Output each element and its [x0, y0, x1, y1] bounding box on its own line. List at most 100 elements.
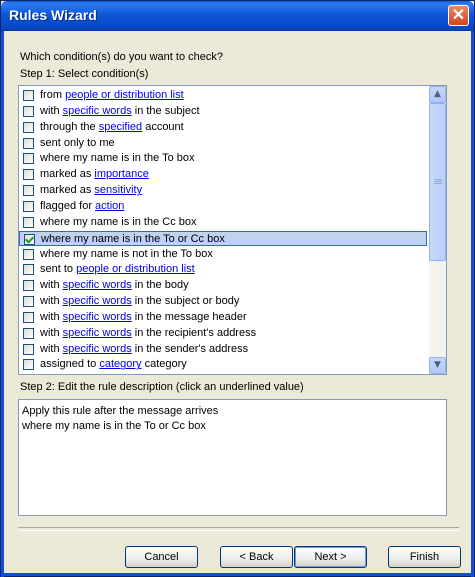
condition-link[interactable]: sensitivity [94, 184, 142, 196]
window-frame-bottom [1, 573, 474, 576]
condition-text-part: through the [40, 120, 99, 133]
condition-link[interactable]: specific words [63, 311, 132, 323]
title-bar[interactable]: Rules Wizard ✕ [1, 1, 474, 31]
condition-row[interactable]: through the specified account [19, 120, 427, 135]
condition-checkbox[interactable] [23, 90, 34, 101]
condition-row[interactable]: where my name is not in the To box [19, 247, 427, 262]
rule-description-box[interactable]: Apply this rule after the message arrive… [18, 399, 447, 516]
condition-text-part: with [40, 104, 63, 117]
condition-row[interactable]: where my name is in the To or Cc box [19, 230, 427, 246]
condition-text-part: with [40, 326, 63, 339]
condition-link[interactable]: specified [99, 121, 142, 133]
thumb-grip [434, 181, 442, 182]
back-button[interactable]: < Back [220, 546, 293, 568]
condition-row[interactable]: sent to people or distribution list [19, 262, 427, 277]
condition-row[interactable]: from people or distribution list [19, 88, 427, 103]
condition-text: where my name is in the Cc box [40, 216, 197, 228]
condition-row[interactable]: marked as importance [19, 167, 427, 182]
condition-text: sent only to me [40, 137, 115, 149]
condition-checkbox[interactable] [23, 169, 34, 181]
condition-row[interactable]: with specific words in the message heade… [19, 310, 427, 325]
condition-row[interactable]: assigned to category category [19, 357, 427, 372]
condition-checkbox[interactable] [23, 264, 34, 276]
cancel-button[interactable]: Cancel [125, 546, 198, 568]
condition-row[interactable]: marked as sensitivity [19, 183, 427, 198]
condition-row[interactable]: with specific words in the recipient's a… [19, 326, 427, 341]
condition-row[interactable]: flagged for action [19, 199, 427, 214]
condition-text-part: with [40, 310, 63, 323]
condition-row[interactable]: sent only to me [19, 136, 427, 151]
scroll-up-button[interactable]: ▲ [429, 86, 446, 103]
condition-text: where my name is not in the To box [40, 248, 213, 260]
condition-text-part: in the message header [131, 310, 247, 323]
condition-row[interactable]: where my name is in the To box [19, 151, 427, 166]
condition-text: sent to people or distribution list [40, 263, 195, 275]
condition-checkbox[interactable] [24, 233, 35, 245]
condition-text-part: flagged for [40, 199, 96, 212]
scroll-down-button[interactable]: ▼ [429, 357, 446, 374]
condition-text: from people or distribution list [40, 89, 184, 101]
next-button[interactable]: Next > [294, 546, 367, 568]
window-title: Rules Wizard [9, 7, 97, 23]
condition-text: with specific words in the message heade… [40, 311, 247, 323]
rules-wizard-window: Rules Wizard ✕ Which condition(s) do you… [0, 0, 475, 577]
condition-link[interactable]: importance [94, 168, 148, 180]
condition-row[interactable]: with specific words in the subject [19, 104, 427, 119]
condition-text-part: in the sender's address [131, 342, 249, 355]
condition-checkbox[interactable] [23, 248, 34, 260]
condition-text: flagged for action [40, 200, 124, 212]
condition-text: assigned to category category [40, 358, 187, 370]
condition-text-part: in the subject [131, 104, 200, 117]
condition-row[interactable]: with specific words in the subject or bo… [19, 294, 427, 309]
window-frame-right [471, 31, 474, 577]
step2-label: Step 2: Edit the rule description (click… [20, 381, 304, 393]
condition-link[interactable]: specific words [63, 105, 132, 117]
conditions-scrollbar[interactable]: ▲ ▼ [429, 86, 446, 374]
condition-checkbox[interactable] [23, 311, 34, 323]
condition-link[interactable]: specific words [63, 343, 132, 355]
description-line: Apply this rule after the message arrive… [22, 405, 219, 417]
condition-checkbox[interactable] [23, 121, 34, 133]
condition-text-part: marked as [40, 168, 95, 181]
condition-text-part: assigned to [40, 358, 100, 371]
condition-text-part: marked as [40, 184, 95, 197]
thumb-grip [434, 183, 442, 184]
condition-link[interactable]: people or distribution list [65, 89, 184, 101]
condition-link[interactable]: action [95, 200, 124, 212]
condition-text-part: from [40, 89, 66, 101]
scroll-thumb[interactable] [429, 103, 446, 261]
condition-checkbox[interactable] [23, 153, 34, 165]
condition-text: with specific words in the recipient's a… [40, 327, 256, 339]
condition-checkbox[interactable] [23, 216, 34, 228]
condition-link[interactable]: specific words [63, 295, 132, 307]
finish-button[interactable]: Finish [388, 546, 461, 568]
condition-checkbox[interactable] [23, 296, 34, 308]
conditions-list[interactable]: from people or distribution list with spe… [18, 85, 447, 375]
condition-link[interactable]: people or distribution list [76, 263, 195, 275]
condition-checkbox[interactable] [23, 105, 34, 117]
condition-text-part: sent only to me [40, 136, 115, 149]
condition-text: marked as sensitivity [40, 184, 142, 196]
condition-text-part: where my name is in the To or Cc box [41, 232, 225, 245]
condition-link[interactable]: specific words [63, 279, 132, 291]
condition-checkbox[interactable] [23, 280, 34, 292]
close-button[interactable]: ✕ [448, 5, 469, 26]
condition-checkbox[interactable] [23, 359, 34, 371]
condition-checkbox[interactable] [23, 343, 34, 355]
condition-text: through the specified account [40, 121, 184, 133]
condition-row[interactable]: with specific words in the sender's addr… [19, 342, 427, 357]
thumb-grip [434, 179, 442, 180]
condition-checkbox[interactable] [23, 200, 34, 212]
condition-row[interactable]: where my name is in the Cc box [19, 215, 427, 230]
question-label: Which condition(s) do you want to check? [20, 51, 223, 63]
condition-link[interactable]: category [99, 358, 141, 370]
description-line: where my name is in the To or Cc box [22, 420, 206, 432]
condition-row[interactable]: with specific words in the body [19, 278, 427, 293]
condition-link[interactable]: specific words [63, 327, 132, 339]
condition-text: with specific words in the sender's addr… [40, 343, 248, 355]
window-frame-left [1, 31, 4, 577]
condition-checkbox[interactable] [23, 137, 34, 149]
condition-text-part: in the subject or body [131, 295, 240, 308]
condition-checkbox[interactable] [23, 185, 34, 197]
condition-checkbox[interactable] [23, 327, 34, 339]
